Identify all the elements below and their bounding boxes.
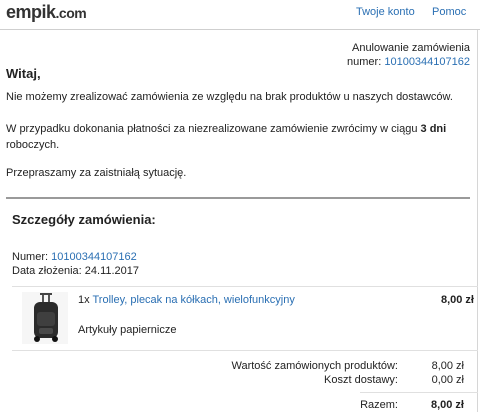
cancellation-status: Anulowanie zamówienia numer: 10100344107… — [347, 41, 470, 69]
order-number-row: Numer: 10100344107162 — [12, 250, 137, 264]
total-value: 8,00 zł — [430, 399, 464, 411]
item-quantity: 1x — [78, 294, 90, 306]
section-divider — [6, 197, 470, 199]
order-number-label: numer: — [347, 56, 382, 68]
shipping-cost-label: Koszt dostawy: — [324, 374, 398, 386]
p2-text-after: roboczych. — [6, 139, 60, 151]
item-divider-top — [12, 286, 478, 287]
details-number-link[interactable]: 10100344107162 — [51, 251, 137, 263]
total-divider — [360, 392, 478, 393]
p2-bold-days: 3 dni — [420, 123, 447, 135]
cancellation-title: Anulowanie zamówienia — [351, 42, 470, 54]
logo-suffix: .com — [55, 5, 87, 21]
product-thumbnail[interactable] — [22, 292, 68, 344]
cancellation-order-line: numer: 10100344107162 — [347, 55, 470, 69]
account-link[interactable]: Twoje konto — [356, 6, 415, 18]
total-label: Razem: — [360, 399, 398, 411]
shipping-cost-value: 0,00 zł — [431, 374, 464, 386]
products-value: 8,00 zł — [431, 360, 464, 372]
item-divider-bottom — [12, 350, 478, 351]
details-number-label: Numer: — [12, 251, 49, 263]
greeting: Witaj, — [6, 66, 41, 81]
item-category: Artykuły papiernicze — [78, 324, 177, 336]
p2-text-before: W przypadku dokonania płatności za niezr… — [6, 123, 421, 135]
help-link[interactable]: Pomoc — [432, 6, 466, 18]
order-number-link[interactable]: 10100344107162 — [384, 56, 470, 68]
logo-text: empik — [6, 2, 56, 22]
message-paragraph-1: Nie możemy zrealizować zamówienia ze wzg… — [6, 91, 453, 103]
header: empik.com Twoje konto Pomoc — [0, 0, 480, 30]
order-details-title: Szczegóły zamówienia: — [12, 212, 156, 227]
item-row: 1x Trolley, plecak na kółkach, wielofunk… — [78, 294, 295, 306]
message-paragraph-2: W przypadku dokonania płatności za niezr… — [6, 121, 474, 153]
details-date-value: 24.11.2017 — [84, 265, 140, 277]
products-value-label: Wartość zamówionych produktów: — [231, 360, 399, 372]
empik-logo[interactable]: empik.com — [6, 2, 87, 23]
item-price: 8,00 zł — [440, 294, 474, 306]
order-date-row: Data złożenia: 24.11.2017 — [12, 264, 139, 278]
message-paragraph-3: Przepraszamy za zaistniałą sytuację. — [6, 167, 187, 179]
item-name-link[interactable]: Trolley, plecak na kółkach, wielofunkcyj… — [92, 294, 294, 306]
details-date-label: Data złożenia: — [12, 265, 82, 277]
